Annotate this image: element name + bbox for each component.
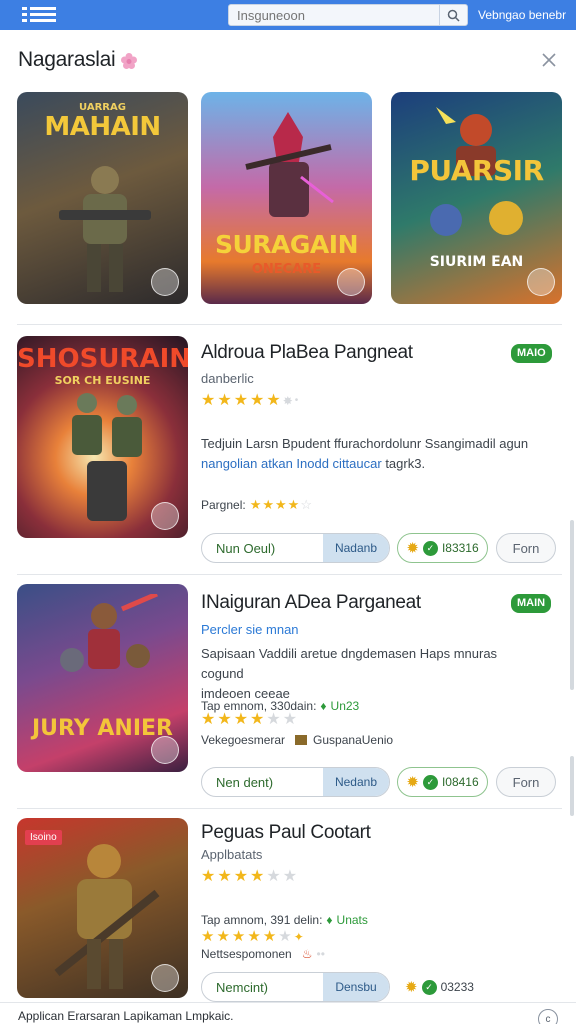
- item-thumbnail[interactable]: Isoino: [17, 818, 188, 998]
- meta-value: Unats: [336, 913, 368, 927]
- rating-stars: ★ ★ ★ ★ ★ ✸ •: [201, 392, 299, 409]
- check-icon: ✓: [421, 979, 437, 995]
- item-title[interactable]: Aldroua PlaBea Pangneat: [201, 342, 413, 364]
- segmented-control: Nun Oeul) Nadanb: [201, 533, 390, 563]
- play-badge-icon: [151, 736, 179, 764]
- thumb-title: SHOSURAIN: [17, 344, 188, 374]
- flower-icon: [121, 53, 137, 69]
- segment-right[interactable]: Densbu: [323, 973, 389, 1001]
- fire-icon: ♨: [301, 947, 313, 961]
- score-button[interactable]: ✹ ✓ I83316: [397, 533, 488, 563]
- soldiers-illustration: [72, 393, 142, 521]
- top-link[interactable]: Vebngao benebr: [478, 8, 566, 22]
- top-bar: Vebngao benebr: [0, 0, 576, 30]
- item-meta: Pargnel: ★ ★ ★ ★ ☆: [201, 497, 312, 513]
- check-icon: ✓: [422, 774, 438, 790]
- item-description: Sapisaan Vaddili aretue dngdemasen Haps …: [201, 644, 541, 704]
- footer-bar: Applican Erarsaran Lapikaman Lmpkaic. c: [0, 1002, 576, 1024]
- meta-value: Un23: [330, 699, 360, 713]
- play-badge-icon: [151, 964, 179, 992]
- thumb-subtitle: SOR CH EUSINE: [54, 374, 151, 387]
- item-title[interactable]: Peguas Paul Cootart: [201, 822, 371, 844]
- item-meta: Tap amnom, 391 delin: ♦ Unats: [201, 913, 368, 927]
- leaf-icon: ♦: [320, 699, 327, 713]
- description-line: Sapisaan Vaddili aretue dngdemasen Haps …: [201, 646, 498, 681]
- segment-left[interactable]: Nun Oeul): [202, 534, 323, 562]
- score-button[interactable]: ✹ ✓ I08416: [397, 767, 488, 797]
- item-title[interactable]: INaiguran ADea Parganeat: [201, 592, 421, 614]
- play-badge-icon: [151, 268, 179, 296]
- description-highlight: nangolian atkan Inodd cittaucar: [201, 456, 382, 471]
- search-input[interactable]: [229, 5, 439, 25]
- description-line: Tedjuin Larsn Bpudent ffurachordolunr Ss…: [201, 436, 529, 451]
- meta-label: Vekegoesmerar: [201, 733, 286, 747]
- search-box: [228, 4, 468, 26]
- score-button[interactable]: ✹ ✓ 03233: [405, 978, 474, 996]
- item-thumbnail[interactable]: JURY ANIER: [17, 584, 188, 772]
- scrollbar[interactable]: [570, 520, 574, 690]
- segment-left[interactable]: Nen dent): [202, 768, 323, 796]
- form-button[interactable]: Forn: [496, 767, 556, 797]
- meta-value: GuspanaUenio: [313, 733, 394, 747]
- description-line: nangolian atkan Inodd cittaucar tagrk3.: [201, 454, 541, 474]
- divider: [17, 808, 562, 809]
- search-button[interactable]: [439, 5, 467, 25]
- play-badge-icon: [527, 268, 555, 296]
- divider: [17, 324, 562, 325]
- segmented-control: Nen dent) Nedanb: [201, 767, 390, 797]
- page-title: Nagaraslai: [18, 48, 116, 71]
- gear-icon: ✹: [406, 540, 419, 557]
- menu-icon[interactable]: [22, 7, 58, 23]
- featured-title: SURAGAIN: [215, 230, 359, 259]
- description-tail: tagrk3.: [385, 456, 426, 471]
- mini-rating-stars: ★ ★ ★ ★ ☆: [249, 497, 312, 512]
- footer-button[interactable]: c: [538, 1009, 558, 1024]
- segment-right[interactable]: Nedanb: [323, 768, 389, 796]
- rating-stars: ★ ★ ★ ★ ★ ★: [201, 868, 298, 885]
- divider: [17, 574, 562, 575]
- featured-card-1[interactable]: UARRAG MAHAIN: [17, 92, 188, 304]
- item-thumbnail[interactable]: SHOSURAIN SOR CH EUSINE: [17, 336, 188, 538]
- close-icon[interactable]: [540, 51, 558, 69]
- gear-icon: ✹: [406, 774, 419, 791]
- folder-icon: [295, 735, 308, 745]
- dots-icon: ••: [316, 947, 325, 961]
- score-value: 03233: [440, 980, 474, 994]
- segment-left[interactable]: Nemcint): [202, 973, 323, 1001]
- search-icon: [447, 9, 460, 22]
- footer-text: Applican Erarsaran Lapikaman Lmpkaic.: [18, 1009, 234, 1023]
- item-meta-secondary: Vekegoesmerar GuspanaUenio: [201, 733, 393, 747]
- soldier-illustration: [59, 166, 151, 292]
- play-badge-icon: [151, 502, 179, 530]
- armored-warrior-illustration: [54, 844, 160, 989]
- status-badge: MAIO: [511, 344, 552, 363]
- score-value: I83316: [441, 541, 479, 555]
- check-icon: ✓: [422, 540, 438, 556]
- meta-label: Pargnel:: [201, 498, 246, 512]
- featured-card-2[interactable]: SURAGAIN ONECARE: [201, 92, 372, 304]
- meta-label: Tap amnom, 391 delin:: [201, 913, 323, 927]
- featured-title: MAHAIN: [44, 112, 161, 142]
- featured-card-3[interactable]: PUARSIR SIURIM EAN: [391, 92, 562, 304]
- form-button[interactable]: Forn: [496, 533, 556, 563]
- meta-label: Nettsespomonen: [201, 947, 292, 961]
- play-badge-icon: [337, 268, 365, 296]
- hooded-hero-illustration: [245, 112, 334, 217]
- segment-right[interactable]: Nadanb: [323, 534, 389, 562]
- mini-rating-stars: ★ ★ ★ ★ ★ ★ ✦: [201, 928, 304, 945]
- gear-icon: ✹: [405, 979, 418, 996]
- item-subtitle: Applbatats: [201, 847, 263, 862]
- featured-title: PUARSIR: [409, 154, 544, 187]
- leaf-icon: ♦: [326, 913, 333, 927]
- rating-stars: ★ ★ ★ ★ ★ ★: [201, 711, 298, 728]
- item-description: Tedjuin Larsn Bpudent ffurachordolunr Ss…: [201, 434, 541, 474]
- item-meta-secondary: Nettsespomonen ♨ ••: [201, 947, 325, 961]
- item-subtitle: Percler sie mnan: [201, 622, 299, 637]
- scrollbar[interactable]: [570, 756, 574, 816]
- status-badge: MAIN: [511, 594, 552, 613]
- item-subtitle: danberlic: [201, 371, 254, 386]
- segmented-control: Nemcint) Densbu: [201, 972, 390, 1002]
- knights-illustration: [60, 594, 158, 672]
- score-value: I08416: [441, 775, 479, 789]
